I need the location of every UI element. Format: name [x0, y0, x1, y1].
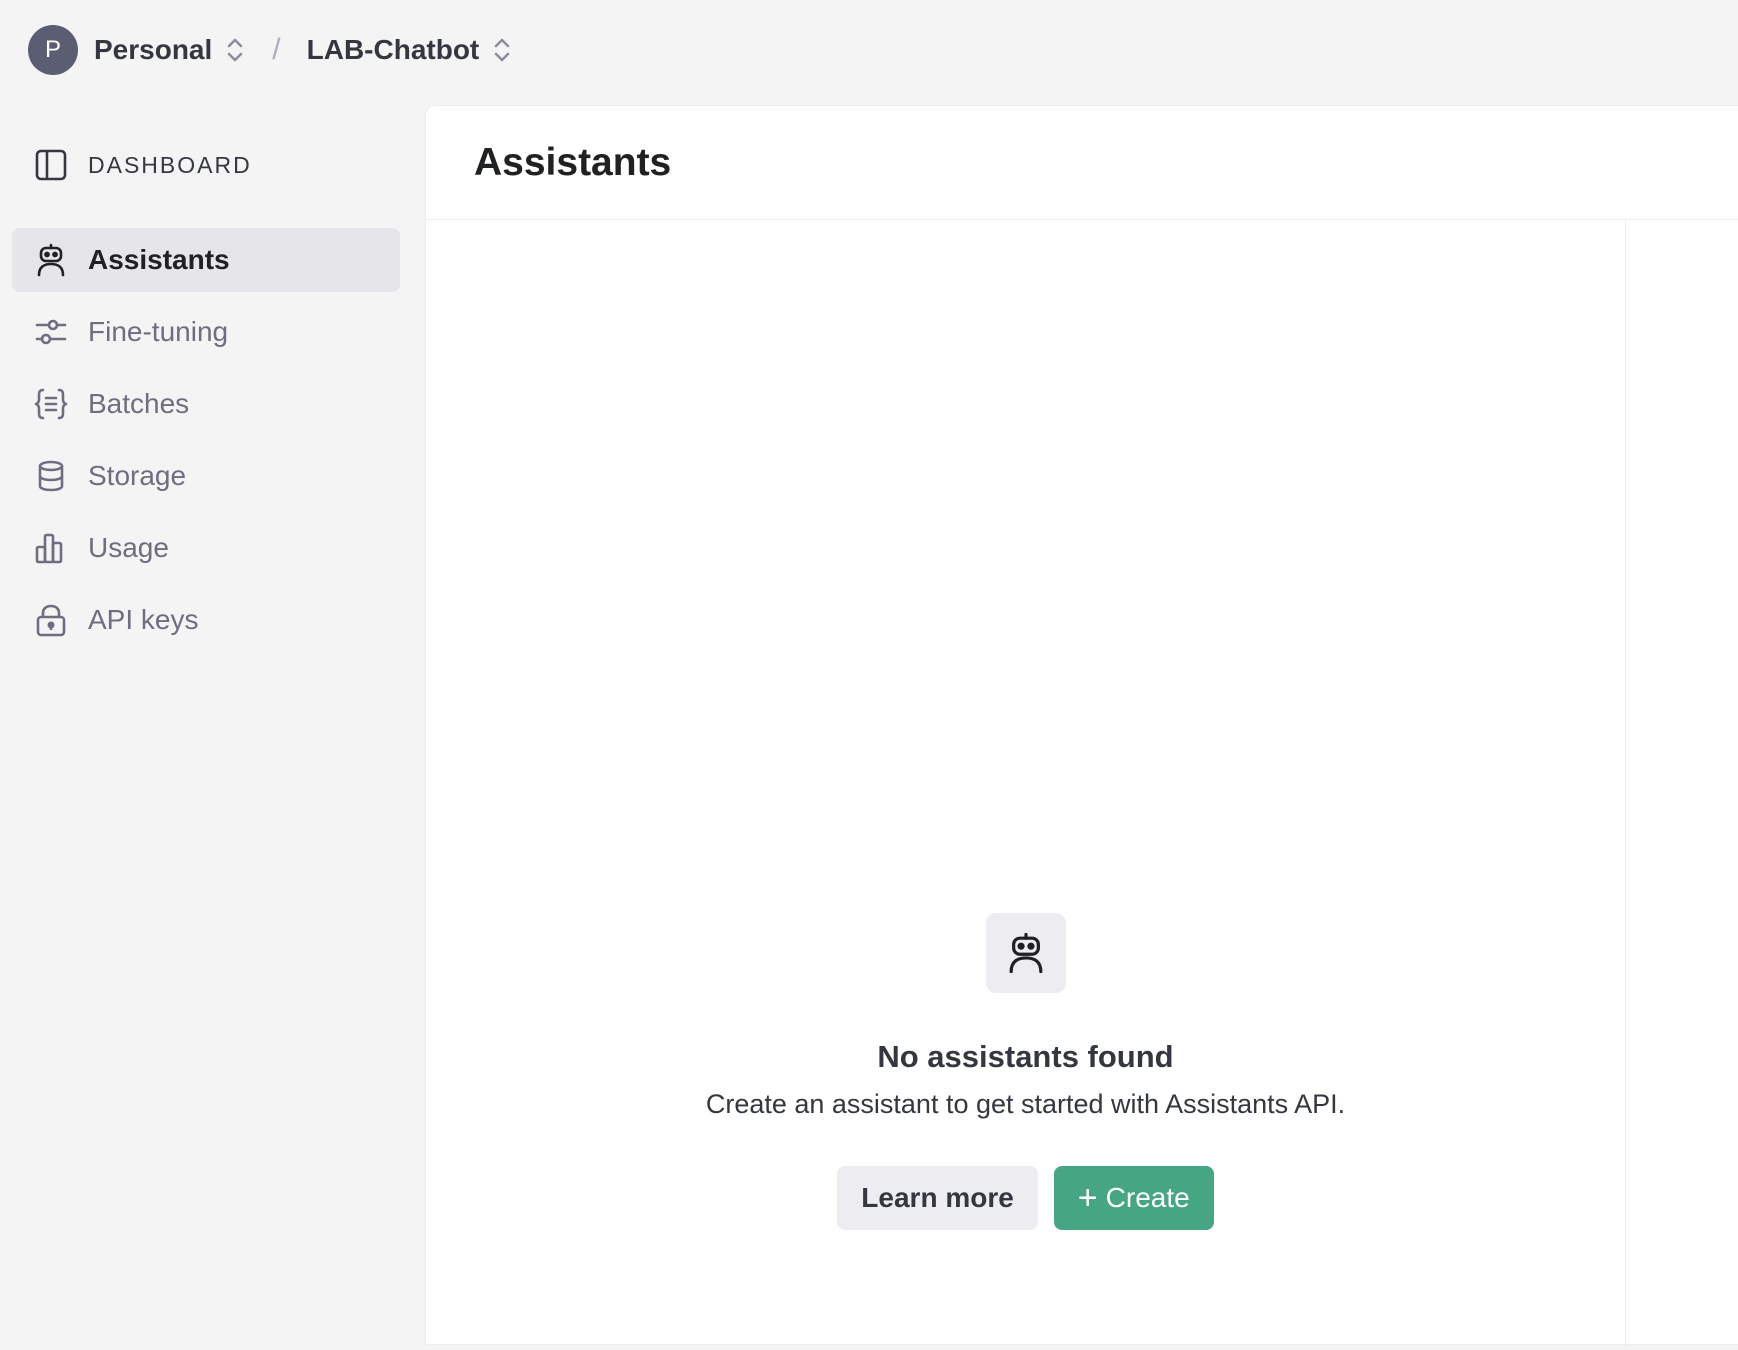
dashboard-toggle[interactable]: DASHBOARD — [34, 148, 252, 182]
main-panel: Assistants No assistants found Create an… — [425, 105, 1738, 1350]
org-switcher[interactable]: Personal — [94, 34, 246, 66]
empty-state: No assistants found Create an assistant … — [426, 913, 1625, 1230]
sidebar-item-label: API keys — [88, 604, 199, 635]
robot-icon — [985, 913, 1066, 993]
sidebar-item-label: Assistants — [88, 244, 230, 275]
robot-icon — [34, 243, 68, 277]
chevron-up-down-icon — [224, 35, 246, 65]
sidebar-item-fine-tuning[interactable]: Fine-tuning — [12, 300, 400, 364]
braces-icon — [34, 387, 68, 421]
empty-state-subtitle: Create an assistant to get started with … — [705, 1089, 1346, 1119]
chevron-up-down-icon — [491, 35, 513, 65]
empty-state-title: No assistants found — [877, 1039, 1174, 1074]
sidebar-item-label: Usage — [88, 532, 169, 563]
avatar[interactable]: P — [28, 25, 78, 75]
sliders-icon — [34, 315, 68, 349]
project-switcher[interactable]: LAB-Chatbot — [307, 34, 514, 66]
sidebar: DASHBOARD Assistants Fine-tuning Batches… — [0, 100, 425, 1332]
lock-icon — [34, 603, 68, 637]
org-label: Personal — [94, 34, 213, 65]
sidebar-item-assistants[interactable]: Assistants — [12, 228, 400, 292]
sidebar-item-storage[interactable]: Storage — [12, 444, 400, 508]
detail-divider — [1625, 220, 1626, 1350]
database-icon — [34, 459, 68, 493]
create-button[interactable]: + Create — [1053, 1166, 1214, 1230]
empty-state-actions: Learn more + Create — [837, 1166, 1214, 1230]
page-header: Assistants — [426, 106, 1738, 220]
project-label: LAB-Chatbot — [306, 34, 480, 65]
learn-more-label: Learn more — [861, 1182, 1014, 1213]
sidebar-item-label: Storage — [88, 460, 187, 491]
sidebar-item-usage[interactable]: Usage — [12, 516, 400, 580]
breadcrumb-separator: / — [272, 33, 281, 66]
page-title: Assistants — [474, 140, 672, 184]
sidebar-item-label: Fine-tuning — [88, 316, 229, 347]
top-bar: P Personal / LAB-Chatbot — [0, 0, 1738, 100]
bar-chart-icon — [34, 531, 68, 565]
sidebar-panel-icon — [35, 149, 67, 181]
learn-more-button[interactable]: Learn more — [837, 1166, 1038, 1230]
sidebar-item-api-keys[interactable]: API keys — [12, 588, 400, 652]
dashboard-label: DASHBOARD — [88, 151, 252, 178]
plus-icon: + — [1077, 1179, 1098, 1217]
sidebar-nav: Assistants Fine-tuning Batches Storage U… — [12, 228, 400, 660]
sidebar-item-label: Batches — [88, 388, 190, 419]
sidebar-item-batches[interactable]: Batches — [12, 372, 400, 436]
create-label: Create — [1105, 1182, 1190, 1213]
